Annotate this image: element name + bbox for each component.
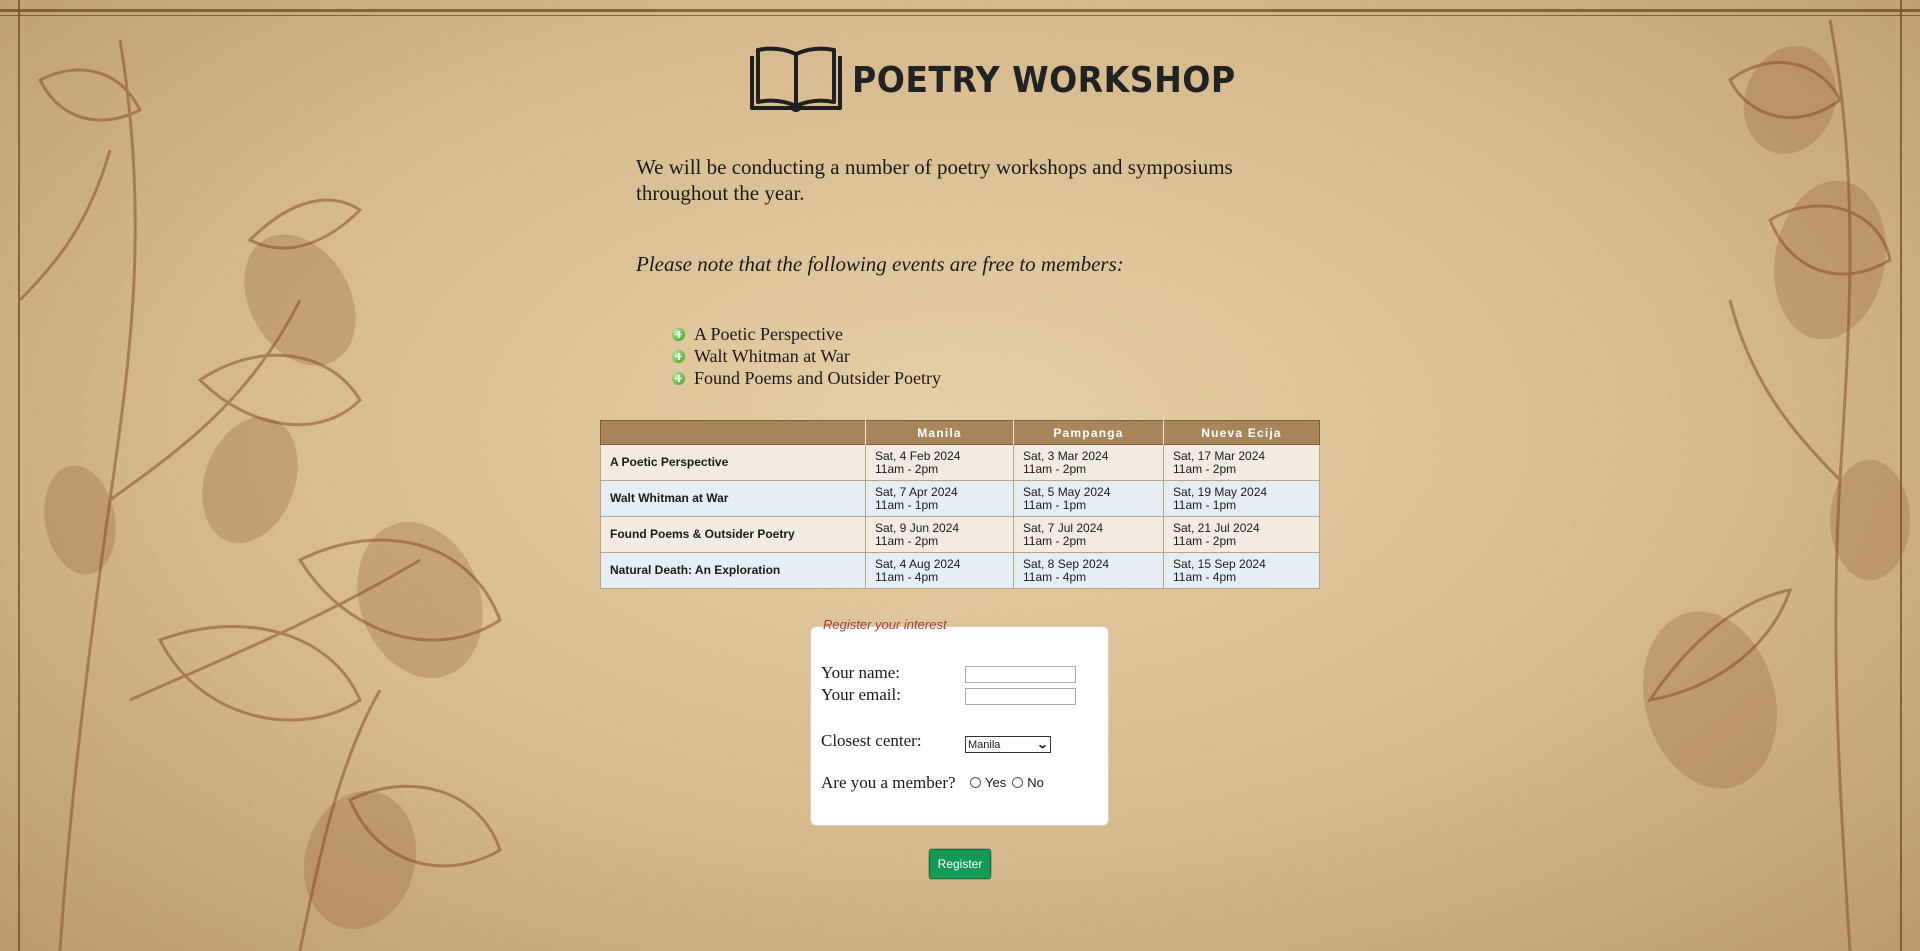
center-label: Closest center: [821,731,922,750]
left-floral-illustration [18,39,502,951]
schedule-cell: Sat, 7 Apr 2024 11am - 1pm [865,480,1014,517]
cell-time: 11am - 2pm [1023,533,1087,548]
cell-date: Sat, 15 Sep 2024 [1173,556,1266,571]
cell-date: Sat, 3 Mar 2024 [1023,448,1109,463]
event-name-cell: Walt Whitman at War [600,480,866,517]
member-no-label[interactable]: No [1027,775,1044,790]
cell-time: 11am - 2pm [875,533,939,548]
member-no-radio[interactable] [1012,777,1024,788]
column-header-pampanga: Pampanga [1013,420,1164,445]
email-input[interactable] [965,688,1076,705]
cell-time: 11am - 4pm [875,569,939,584]
schedule-cell: Sat, 7 Jul 2024 11am - 2pm [1013,516,1164,553]
chevron-down-icon: ⌄ [1035,739,1049,751]
cell-date: Sat, 4 Feb 2024 [875,448,961,463]
cell-date: Sat, 19 May 2024 [1173,484,1268,499]
schedule-cell: Sat, 3 Mar 2024 11am - 2pm [1013,444,1164,481]
plus-bullet-icon [672,349,685,363]
cell-time: 11am - 1pm [875,497,939,512]
cell-time: 11am - 1pm [1023,497,1087,512]
event-name-cell: Natural Death: An Exploration [600,552,866,589]
center-select-value: Manila [968,738,1001,751]
table-row: Walt Whitman at War Sat, 7 Apr 2024 11am … [600,480,1320,517]
cell-date: Sat, 7 Apr 2024 [875,484,958,499]
name-input[interactable] [965,666,1076,683]
center-select[interactable]: Manila ⌄ [965,736,1051,753]
cell-time: 11am - 2pm [875,461,939,476]
column-header-nueva-ecija: Nueva Ecija [1163,420,1320,445]
cell-date: Sat, 7 Jul 2024 [1023,520,1104,535]
schedule-cell: Sat, 15 Sep 2024 11am - 4pm [1163,552,1320,589]
schedule-table: Manila Pampanga Nueva Ecija A Poetic Per… [600,420,1320,589]
cell-date: Sat, 4 Aug 2024 [875,556,961,571]
cell-time: 11am - 4pm [1173,569,1237,584]
list-item-label: Walt Whitman at War [694,345,850,366]
member-label: Are you a member? [821,773,956,792]
free-events-list: A Poetic Perspective Walt Whitman at War… [672,323,941,389]
site-title: POETRY WORKSHOP [852,59,1236,101]
list-item: Walt Whitman at War [672,345,941,367]
plus-bullet-icon [672,327,685,341]
member-radio-group: Yes No [970,775,1050,790]
schedule-cell: Sat, 4 Aug 2024 11am - 4pm [865,552,1014,589]
name-label: Your name: [821,663,901,682]
frame-right-line [1900,0,1902,951]
schedule-cell: Sat, 21 Jul 2024 11am - 2pm [1163,516,1320,553]
table-row: A Poetic Perspective Sat, 4 Feb 2024 11am… [600,444,1320,481]
schedule-cell: Sat, 4 Feb 2024 11am - 2pm [865,444,1014,481]
cell-date: Sat, 8 Sep 2024 [1023,556,1110,571]
cell-date: Sat, 5 May 2024 [1023,484,1111,499]
registration-form: Your name: Your email: Closest center: M… [810,626,1109,826]
cell-time: 11am - 2pm [1023,461,1087,476]
email-label: Your email: [821,685,901,704]
cell-time: 11am - 4pm [1023,569,1087,584]
schedule-cell: Sat, 17 Mar 2024 11am - 2pm [1163,444,1320,481]
intro-text: We will be conducting a number of poetry… [636,155,1233,205]
plus-bullet-icon [672,371,685,385]
table-header-row: Manila Pampanga Nueva Ecija [600,420,1320,445]
schedule-cell: Sat, 8 Sep 2024 11am - 4pm [1013,552,1164,589]
table-row: Found Poems & Outsider Poetry Sat, 9 Jun… [600,516,1320,553]
right-floral-illustration [1643,19,1910,951]
cell-date: Sat, 9 Jun 2024 [875,520,960,535]
members-note: Please note that the following events ar… [636,252,1124,276]
list-item-label: A Poetic Perspective [694,323,843,344]
member-yes-radio[interactable] [970,777,981,788]
list-item: Found Poems and Outsider Poetry [672,367,941,389]
table-row: Natural Death: An Exploration Sat, 4 Aug… [600,552,1320,589]
cell-time: 11am - 2pm [1173,533,1237,548]
form-legend: Register your interest [823,617,947,632]
schedule-cell: Sat, 5 May 2024 11am - 1pm [1013,480,1164,517]
schedule-cell: Sat, 19 May 2024 11am - 1pm [1163,480,1320,517]
frame-left-line [18,0,20,951]
schedule-cell: Sat, 9 Jun 2024 11am - 2pm [865,516,1014,553]
event-name-cell: A Poetic Perspective [600,444,866,481]
member-yes-label[interactable]: Yes [985,775,1006,790]
cell-time: 11am - 2pm [1173,461,1237,476]
cell-time: 11am - 1pm [1173,497,1237,512]
list-item: A Poetic Perspective [672,323,941,345]
list-item-label: Found Poems and Outsider Poetry [694,367,941,388]
frame-top-line-inner [0,15,1920,16]
column-header-manila: Manila [865,420,1014,445]
event-name-cell: Found Poems & Outsider Poetry [600,516,866,553]
frame-top-line [0,9,1920,12]
open-book-icon [750,46,842,112]
site-logo: POETRY WORKSHOP [748,46,1269,114]
cell-date: Sat, 17 Mar 2024 [1173,448,1266,463]
register-button[interactable]: Register [929,849,991,879]
cell-date: Sat, 21 Jul 2024 [1173,520,1260,535]
column-header [600,420,866,445]
